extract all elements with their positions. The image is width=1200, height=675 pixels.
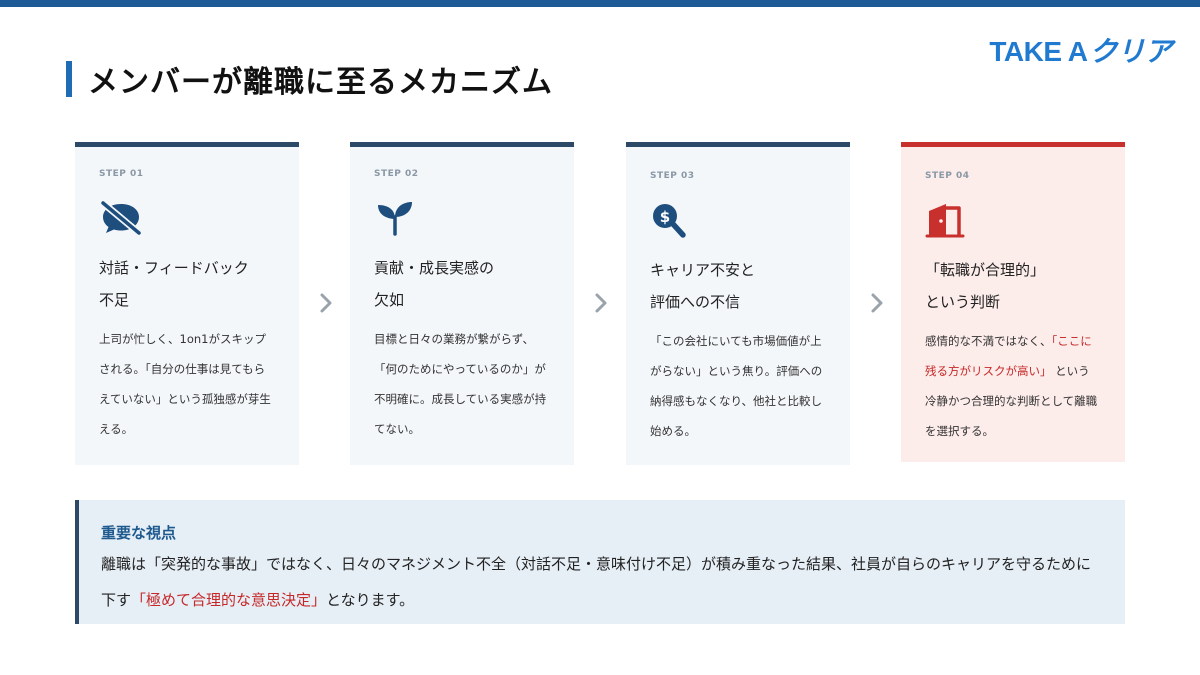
step-title-line-2: 欠如 [374, 291, 405, 309]
step-label: STEP 04 [925, 171, 970, 181]
step-description: 「この会社にいても市場価値が上がらない」という焦り。評価への納得感もなくなり、他… [650, 334, 823, 438]
chevron-right-icon [870, 292, 884, 314]
step-title: 貢献・成長実感の 欠如 [374, 252, 550, 316]
step-card-1: STEP 01 対話・フィードバック 不足 上司が忙しく、1on1がスキップされ… [75, 142, 299, 465]
sprout-icon [374, 200, 420, 240]
insight-heading: 重要な視点 [101, 524, 177, 542]
no-chat-icon [99, 200, 145, 240]
step-label: STEP 03 [650, 171, 695, 181]
step-title-line-1: 「転職が合理的」 [925, 261, 1046, 279]
step-title-line-1: 貢献・成長実感の [374, 259, 495, 277]
chevron-right-icon [594, 292, 608, 314]
step-description-text: 感情的な不満ではなく、 [925, 334, 1052, 348]
search-dollar-icon: $ [650, 202, 696, 242]
step-label: STEP 01 [99, 169, 144, 179]
page-title: メンバーが離職に至るメカニズム [88, 65, 553, 100]
steps-row: STEP 01 対話・フィードバック 不足 上司が忙しく、1on1がスキップされ… [75, 142, 1125, 467]
logo-main-text: TAKE A [989, 36, 1088, 67]
chevron-right-icon [319, 292, 333, 314]
step-description: 上司が忙しく、1on1がスキップされる。「自分の仕事は見てもらえていない」という… [99, 332, 271, 436]
svg-text:$: $ [660, 208, 670, 226]
insight-text-tail: となります。 [326, 591, 415, 609]
step-title: 対話・フィードバック 不足 [99, 252, 275, 316]
step-title-line-1: キャリア不安と [650, 261, 756, 279]
step-title: キャリア不安と 評価への不信 [650, 254, 826, 318]
step-label: STEP 02 [374, 169, 419, 179]
door-exit-icon [925, 202, 971, 242]
title-accent-bar [66, 61, 72, 97]
step-title-line-1: 対話・フィードバック [99, 259, 249, 277]
key-insight-box: 重要な視点 離職は「突発的な事故」ではなく、日々のマネジメント不全（対話不足・意… [75, 500, 1125, 624]
insight-text: 離職は「突発的な事故」ではなく、日々のマネジメント不全（対話不足・意味付け不足）… [101, 546, 1101, 618]
insight-text-highlight: 「極めて合理的な意思決定」 [131, 591, 327, 609]
step-card-3: STEP 03 $ キャリア不安と 評価への不信 「この会社にいても市場価値が上… [626, 142, 850, 465]
logo-kana-text: クリア [1089, 36, 1172, 67]
step-title-line-2: 評価への不信 [650, 293, 741, 311]
step-title-line-2: 不足 [99, 291, 130, 309]
step-card-2: STEP 02 貢献・成長実感の 欠如 目標と日々の業務が繋がらず、「何のために… [350, 142, 574, 465]
step-title-line-2: という判断 [925, 293, 1001, 311]
top-accent-bar [0, 0, 1200, 7]
step-title: 「転職が合理的」 という判断 [925, 254, 1101, 318]
brand-logo: TAKE Aクリア [989, 30, 1172, 70]
step-card-4: STEP 04 「転職が合理的」 という判断 感情的な不満ではなく、「ここに残る… [901, 142, 1125, 462]
page-header: メンバーが離職に至るメカニズム [66, 60, 553, 100]
step-description: 感情的な不満ではなく、「ここに残る方がリスクが高い」 という冷静かつ合理的な判断… [925, 326, 1101, 446]
step-description: 目標と日々の業務が繋がらず、「何のためにやっているのか」が不明確に。成長している… [374, 332, 547, 436]
